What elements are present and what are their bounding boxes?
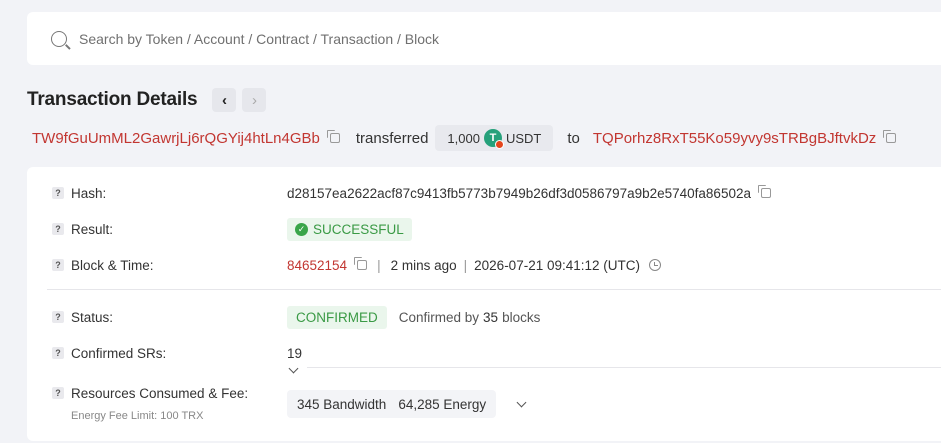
transaction-details-card: ? Hash: d28157ea2622acf87c9413fb5773b794… [27, 167, 941, 441]
hash-row: ? Hash: d28157ea2622acf87c9413fb5773b794… [27, 183, 941, 203]
separator: | [377, 257, 381, 273]
prev-transaction-button[interactable]: ‹ [212, 88, 237, 112]
page-title: Transaction Details [27, 89, 198, 110]
blocks-text: blocks [502, 309, 541, 325]
transfer-summary: TW9fGuUmML2GawrjLj6rQGYij4htLn4GBb trans… [32, 124, 897, 152]
copy-icon[interactable] [757, 185, 771, 198]
block-time-row: ? Block & Time: 84652154 | 2 mins ago | … [27, 255, 941, 275]
confirmed-srs-value: 19 [287, 345, 303, 361]
search-input[interactable] [79, 30, 779, 47]
resources-label: Resources Consumed & Fee: [71, 385, 249, 401]
status-row: ? Status: CONFIRMED Confirmed by 35 bloc… [27, 305, 941, 329]
separator: | [463, 257, 468, 273]
transferred-label: transferred [355, 129, 429, 147]
result-badge: ✓ SUCCESSFUL [287, 217, 412, 241]
help-icon[interactable]: ? [52, 259, 64, 271]
copy-icon[interactable] [883, 130, 897, 143]
confirmed-block-count: 35 [483, 309, 499, 325]
result-label: Result: [71, 221, 114, 237]
token-amount: 1,000 [447, 130, 480, 146]
time-ago: 2 mins ago [390, 257, 457, 273]
status-label: Status: [71, 309, 114, 325]
block-number-link[interactable]: 84652154 [287, 258, 347, 273]
confirmed-srs-row: ? Confirmed SRs: 19 [27, 343, 941, 363]
help-icon[interactable]: ? [52, 187, 64, 199]
energy-fee-limit: Energy Fee Limit: 100 TRX [71, 410, 204, 422]
check-circle-icon: ✓ [295, 222, 308, 236]
timestamp: 2026-07-21 09:41:12 (UTC) [474, 257, 640, 273]
resources-chip[interactable]: 345 Bandwidth 64,285 Energy [287, 390, 497, 418]
help-icon[interactable]: ? [52, 311, 64, 323]
chevron-down-icon[interactable] [288, 363, 299, 374]
status-badge: CONFIRMED [287, 305, 387, 329]
hash-value: d28157ea2622acf87c9413fb5773b7949b26df3d… [287, 185, 751, 201]
help-icon[interactable]: ? [52, 347, 64, 359]
token-amount-chip[interactable]: 1,000 T USDT [435, 125, 554, 151]
to-label: to [567, 129, 580, 147]
help-icon[interactable]: ? [52, 387, 64, 399]
copy-icon[interactable] [326, 130, 340, 143]
usdt-token-icon: T [483, 129, 504, 149]
hash-label: Hash: [71, 185, 107, 201]
search-bar[interactable] [27, 12, 941, 65]
result-row: ? Result: ✓ SUCCESSFUL [27, 217, 941, 241]
next-transaction-button[interactable]: › [242, 88, 267, 112]
confirmed-by-text: Confirmed by [398, 309, 480, 325]
search-icon [51, 30, 67, 47]
result-value: SUCCESSFUL [313, 221, 404, 237]
divider [307, 367, 941, 368]
hash-value-wrap: d28157ea2622acf87c9413fb5773b7949b26df3d… [287, 185, 771, 201]
chevron-down-icon[interactable] [516, 397, 527, 407]
block-time-label: Block & Time: [71, 257, 154, 273]
resources-value: 345 Bandwidth 64,285 Energy [287, 390, 527, 418]
energy-value: 64,285 Energy [398, 396, 487, 412]
clock-icon[interactable] [649, 259, 661, 271]
confirmed-srs-label: Confirmed SRs: [71, 345, 167, 361]
token-symbol: USDT [505, 130, 542, 146]
help-icon[interactable]: ? [52, 223, 64, 235]
to-address-link[interactable]: TQPorhz8RxT55Ko59yvy9sTRBgBJftvkDz [593, 130, 876, 147]
from-address-link[interactable]: TW9fGuUmML2GawrjLj6rQGYij4htLn4GBb [32, 130, 320, 147]
page-header: Transaction Details ‹ › [27, 86, 267, 114]
bandwidth-value: 345 Bandwidth [297, 396, 387, 412]
copy-icon[interactable] [354, 257, 368, 270]
divider [47, 289, 941, 290]
